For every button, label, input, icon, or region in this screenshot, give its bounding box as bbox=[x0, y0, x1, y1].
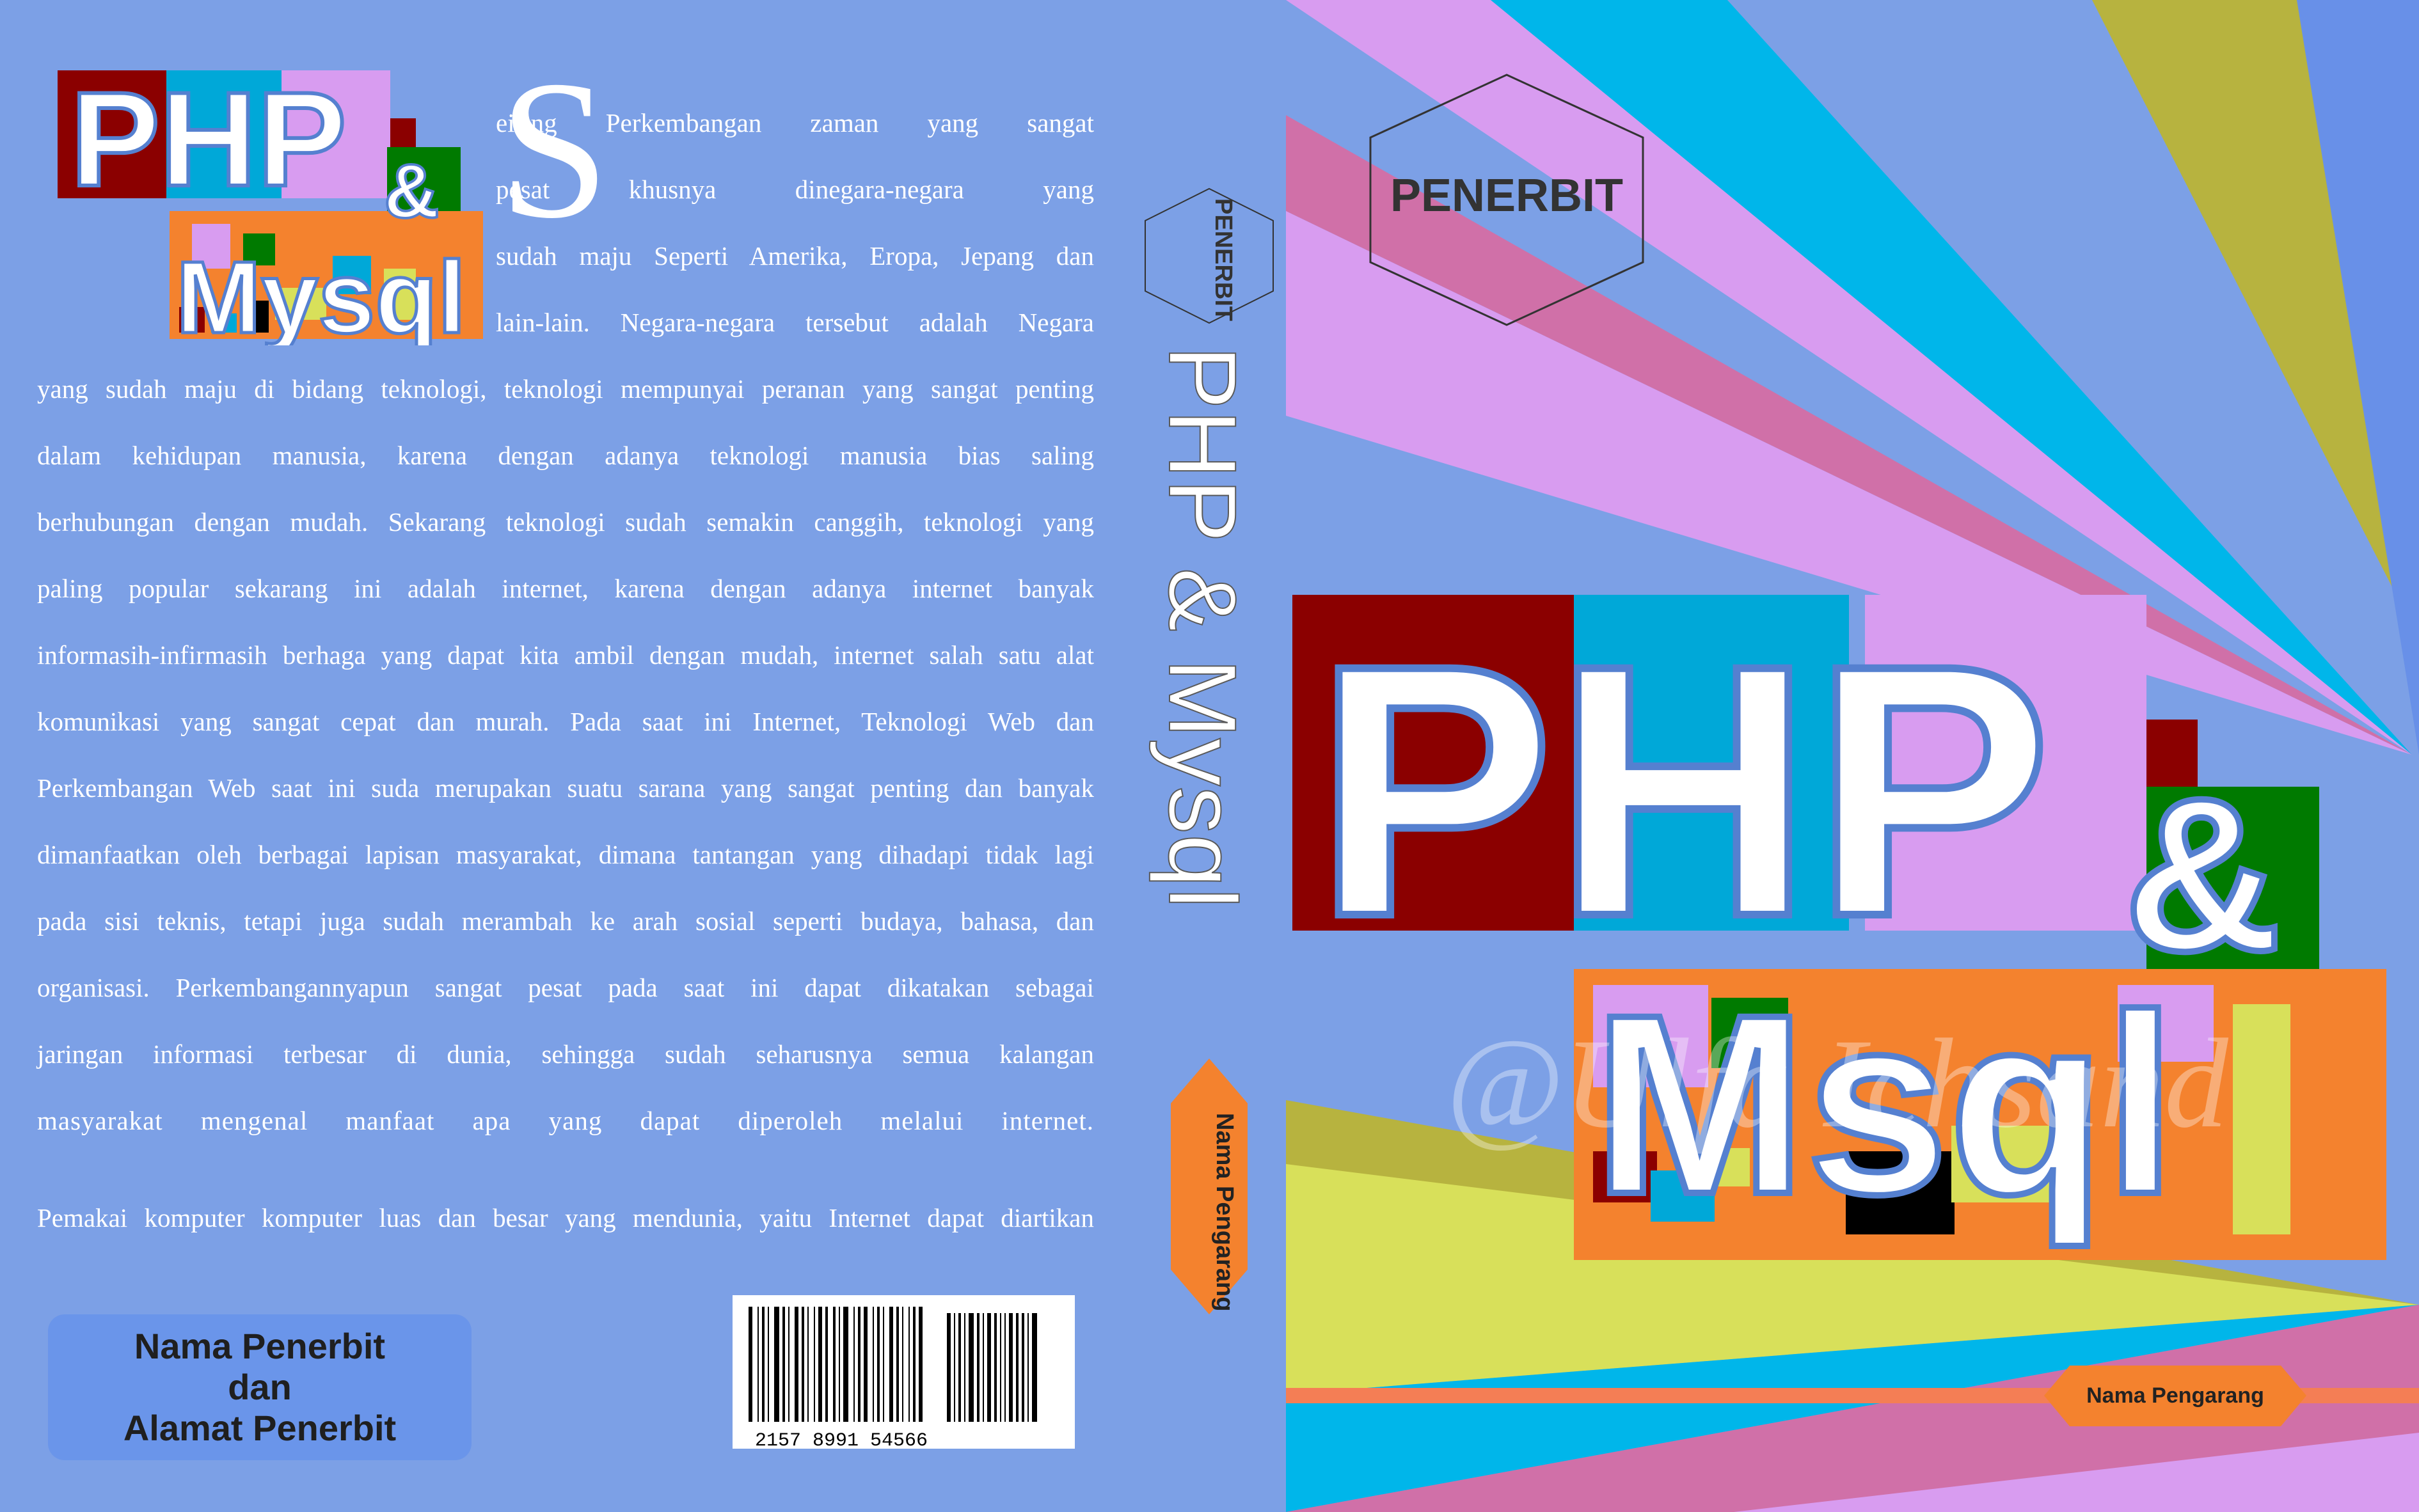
front-title-php: PHP bbox=[1315, 595, 2051, 991]
barcode-bar bbox=[896, 1307, 899, 1422]
paragraph-line: yang sudah maju di bidang teknologi, tek… bbox=[37, 374, 1094, 404]
barcode-bar bbox=[833, 1307, 836, 1422]
back-logo: PHP & Mysql bbox=[58, 64, 483, 345]
paragraph-line: pada sisi teknis, tetapi juga sudah mera… bbox=[37, 906, 1094, 936]
barcode-bar bbox=[774, 1307, 779, 1422]
spine-author: Nama Pengarang bbox=[1211, 1113, 1238, 1312]
barcode-bar bbox=[782, 1307, 785, 1422]
barcode-bar bbox=[1000, 1313, 1001, 1422]
barcode-bar bbox=[994, 1313, 997, 1422]
barcode-bar bbox=[908, 1307, 910, 1422]
barcode-digits: 2157 8991 54566 bbox=[755, 1430, 928, 1449]
paragraph-line: eiring Perkembangan zaman yang sangat bbox=[496, 108, 1094, 138]
front-author: Nama Pengarang bbox=[2086, 1383, 2264, 1408]
paragraph-line: paling popular sekarang ini adalah inter… bbox=[37, 574, 1094, 603]
barcode-bar bbox=[877, 1307, 880, 1422]
barcode-bar bbox=[814, 1307, 815, 1422]
barcode-bar bbox=[919, 1307, 923, 1422]
back-logo-amp: & bbox=[384, 148, 440, 234]
barcode-bar bbox=[969, 1313, 974, 1422]
barcode-bar bbox=[802, 1307, 804, 1422]
dropcap-letter: S bbox=[499, 40, 610, 260]
barcode-bar bbox=[902, 1307, 903, 1422]
barcode-bar bbox=[768, 1307, 769, 1422]
paragraph-line: masyarakat mengenal manfaat apa yang dap… bbox=[37, 1106, 1094, 1135]
paragraph-line: dalam kehidupan manusia, karena dengan a… bbox=[37, 441, 1094, 470]
barcode-bar bbox=[889, 1307, 893, 1422]
paragraph-line: sudah maju Seperti Amerika, Eropa, Jepan… bbox=[496, 241, 1094, 271]
back-logo-php: PHP bbox=[70, 64, 347, 214]
barcode-bar bbox=[1004, 1313, 1006, 1422]
publisher-name: Nama Penerbit bbox=[134, 1326, 386, 1366]
paragraph-line: komunikasi yang sangat cepat dan murah. … bbox=[37, 707, 1094, 736]
publisher-info-box: Nama Penerbit dan Alamat Penerbit bbox=[48, 1314, 472, 1460]
front-publisher-hexagon: PENERBIT bbox=[1369, 74, 1644, 326]
paragraph-line: lain-lain. Negara-negara tersebut adalah… bbox=[496, 308, 1094, 337]
barcode-bar bbox=[987, 1313, 991, 1422]
publisher-and: dan bbox=[228, 1367, 292, 1407]
barcode-bar bbox=[873, 1307, 874, 1422]
barcode-bar bbox=[807, 1307, 809, 1422]
barcode-bar bbox=[853, 1307, 855, 1422]
barcode-bar bbox=[858, 1307, 861, 1422]
barcode-bar bbox=[913, 1307, 916, 1422]
barcode-bar bbox=[762, 1307, 765, 1422]
barcode-bar bbox=[757, 1307, 759, 1422]
barcode-bars: 2157 8991 54566 bbox=[749, 1307, 1037, 1452]
barcode-bar bbox=[843, 1307, 848, 1422]
barcode-bar bbox=[1027, 1313, 1029, 1422]
barcode-bar bbox=[825, 1307, 828, 1422]
paragraph-line: pesat khusnya dinegara-negara yang bbox=[496, 175, 1094, 204]
front-title-logo: PHP & Msql bbox=[1292, 595, 2386, 1260]
paragraph-line: informasih-infirmasih berhaga yang dapat… bbox=[37, 640, 1094, 670]
paragraph-line: dimanfaatkan oleh berbagai lapisan masya… bbox=[37, 840, 1094, 869]
barcode-bar bbox=[864, 1307, 868, 1422]
paragraph-line: Perkembangan Web saat ini suda merupakan… bbox=[37, 773, 1094, 803]
barcode-bar bbox=[795, 1307, 798, 1422]
barcode-bar bbox=[1016, 1313, 1019, 1422]
paragraph-line: berhubungan dengan mudah. Sekarang tekno… bbox=[37, 507, 1094, 537]
publisher-address: Alamat Penerbit bbox=[123, 1408, 397, 1448]
spine-title: PHP & Mysql bbox=[1148, 345, 1257, 910]
barcode-bar bbox=[1009, 1313, 1013, 1422]
barcode-bar bbox=[977, 1313, 979, 1422]
barcode-bar bbox=[983, 1313, 984, 1422]
paragraph-line: jaringan informasi terbesar di dunia, se… bbox=[37, 1039, 1094, 1069]
paragraph-line: organisasi. Perkembangannyapun sangat pe… bbox=[37, 973, 1094, 1002]
barcode-bar bbox=[788, 1307, 789, 1422]
barcode-bar bbox=[818, 1307, 822, 1422]
barcode-bar bbox=[883, 1307, 884, 1422]
barcode-bar bbox=[947, 1313, 951, 1422]
front-title-amp: & bbox=[2124, 753, 2281, 996]
barcode-bar bbox=[1032, 1313, 1037, 1422]
front-publisher: PENERBIT bbox=[1390, 170, 1623, 221]
barcode: 2157 8991 54566 bbox=[733, 1295, 1075, 1452]
barcode-bar bbox=[958, 1313, 961, 1422]
spine-publisher-hexagon: PENERBIT bbox=[1145, 187, 1274, 324]
barcode-bar bbox=[1022, 1313, 1024, 1422]
barcode-bar bbox=[954, 1313, 955, 1422]
barcode-bar bbox=[839, 1307, 840, 1422]
watermark: @Ulfa Ichsand bbox=[1446, 1013, 2228, 1154]
barcode-bar bbox=[964, 1313, 965, 1422]
spine-publisher: PENERBIT bbox=[1210, 198, 1237, 321]
back-logo-mysql: Mysql bbox=[176, 240, 466, 345]
barcode-bar bbox=[749, 1307, 752, 1422]
back-last-line: Pemakai komputer komputer luas dan besar… bbox=[37, 1203, 1094, 1232]
